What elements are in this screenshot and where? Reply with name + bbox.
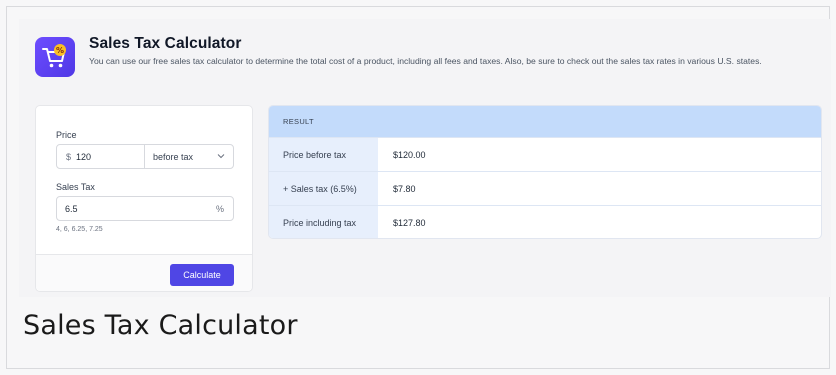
result-row-label: Price including tax	[269, 206, 378, 238]
calculator-app: % Sales Tax Calculator You can use our f…	[19, 19, 831, 297]
shopping-cart-percent-icon: %	[35, 37, 75, 77]
result-row-label: + Sales tax (6.5%)	[269, 172, 378, 205]
result-row-value: $120.00	[393, 150, 426, 160]
sales-tax-label: Sales Tax	[56, 182, 95, 192]
input-separator	[144, 145, 145, 168]
tax-rate-hints: 4, 6, 6.25, 7.25	[56, 226, 103, 233]
result-row-value: $127.80	[393, 218, 426, 228]
input-form-card: Price $ before tax Sales Tax % 4, 6, 6.2…	[35, 105, 253, 292]
result-row-label: Price before tax	[269, 138, 378, 171]
sales-tax-input[interactable]	[65, 201, 205, 216]
chevron-down-icon	[217, 154, 225, 159]
result-header-label: RESULT	[283, 117, 314, 126]
calculate-button[interactable]: Calculate	[170, 264, 234, 286]
result-row: Price including tax $127.80	[269, 205, 821, 238]
result-row: Price before tax $120.00	[269, 137, 821, 171]
price-mode-select[interactable]: before tax	[153, 145, 233, 168]
result-header: RESULT	[269, 106, 821, 137]
currency-symbol: $	[66, 152, 72, 162]
result-row: + Sales tax (6.5%) $7.80	[269, 171, 821, 205]
price-input[interactable]	[76, 149, 136, 164]
svg-text:%: %	[56, 46, 64, 55]
page-description: You can use our free sales tax calculato…	[89, 56, 762, 66]
percent-symbol: %	[215, 204, 224, 214]
sales-tax-input-group: %	[56, 196, 234, 221]
price-mode-value: before tax	[153, 152, 194, 162]
page-frame: % Sales Tax Calculator You can use our f…	[6, 6, 831, 369]
app-header: % Sales Tax Calculator You can use our f…	[35, 35, 825, 105]
result-card: RESULT Price before tax $120.00 + Sales …	[268, 105, 822, 239]
page-caption: Sales Tax Calculator	[23, 310, 298, 341]
price-input-group: $ before tax	[56, 144, 234, 169]
page-title: Sales Tax Calculator	[89, 35, 242, 52]
price-label: Price	[56, 130, 77, 140]
result-row-value: $7.80	[393, 184, 416, 194]
